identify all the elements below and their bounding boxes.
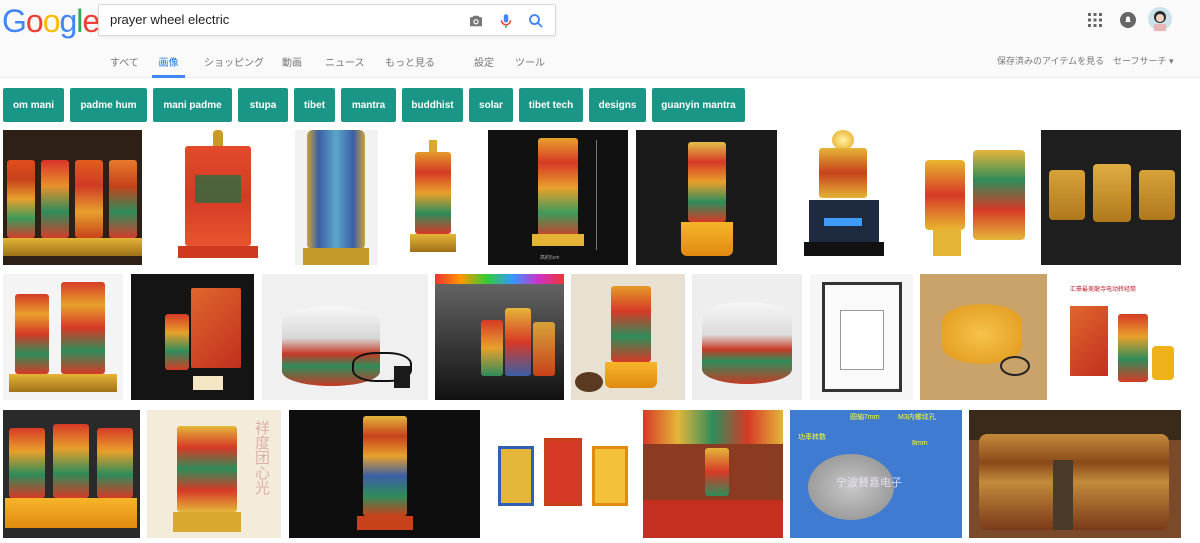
image-result[interactable] [911, 130, 1033, 265]
image-result[interactable] [384, 130, 482, 265]
image-result[interactable] [148, 130, 288, 265]
image-result[interactable] [1041, 130, 1181, 265]
header: Google すべて 画像 ショッピング 動画 ニュース もっと見る 設定 ツー… [0, 0, 1200, 78]
image-result[interactable] [262, 274, 428, 400]
image-result[interactable] [920, 274, 1047, 400]
chip-solar[interactable]: solar [469, 88, 513, 122]
search-box [98, 4, 556, 36]
logo-letter: o [42, 3, 61, 39]
image-result[interactable] [810, 274, 913, 400]
chip-padme-hum[interactable]: padme hum [70, 88, 147, 122]
image-watermark: 宁波賛嘉电子 [836, 477, 902, 489]
image-result[interactable] [131, 274, 254, 400]
image-result[interactable] [3, 410, 140, 538]
chip-stupa[interactable]: stupa [238, 88, 288, 122]
image-result[interactable] [692, 274, 802, 400]
google-logo[interactable]: Google [2, 3, 100, 40]
image-label: M3内螺纹孔 [898, 414, 936, 421]
image-result[interactable]: 祥度团心光 [147, 410, 281, 538]
saved-items-link[interactable]: 保存済みのアイテムを見る [997, 54, 1104, 67]
chip-buddhist[interactable]: buddhist [402, 88, 463, 122]
tab-shopping[interactable]: ショッピング [204, 54, 264, 78]
camera-icon[interactable] [467, 12, 485, 30]
image-result[interactable] [969, 410, 1181, 538]
image-result[interactable]: 汇豪最美龍寺电动转经筒 [1054, 274, 1180, 400]
image-result[interactable] [435, 274, 564, 400]
image-result[interactable] [571, 274, 685, 400]
notifications-icon[interactable] [1119, 11, 1137, 29]
chip-tibet-tech[interactable]: tibet tech [519, 88, 583, 122]
chip-om-mani[interactable]: om mani [3, 88, 64, 122]
tab-all[interactable]: すべて [110, 54, 139, 78]
logo-letter: e [82, 3, 100, 39]
tab-more[interactable]: もっと見る [385, 54, 435, 78]
image-caption: 汇豪最美龍寺电动转经筒 [1070, 287, 1137, 293]
chip-mantra[interactable]: mantra [341, 88, 396, 122]
logo-letter: G [2, 3, 27, 39]
logo-letter: g [59, 3, 77, 39]
image-result[interactable] [784, 130, 903, 265]
tab-tools[interactable]: ツール [515, 54, 545, 78]
safesearch-dropdown[interactable]: セーフサーチ ▾ [1113, 54, 1173, 67]
tab-videos[interactable]: 動画 [282, 54, 302, 78]
chip-mani-padme[interactable]: mani padme [153, 88, 232, 122]
image-result[interactable]: 高約5cm [488, 130, 628, 265]
tab-news[interactable]: ニュース [325, 54, 365, 78]
image-label: 圆轴7mm [850, 414, 880, 421]
search-icon[interactable] [527, 12, 545, 30]
tab-images[interactable]: 画像 [152, 54, 185, 78]
image-result[interactable] [488, 410, 636, 538]
image-caption: 高約5cm [540, 255, 560, 261]
apps-grid-icon[interactable] [1088, 13, 1102, 27]
image-watermark: 祥度团心光 [253, 420, 270, 495]
image-label: 8mm [912, 440, 928, 447]
image-label: 功率转数 [798, 434, 826, 441]
chip-tibet[interactable]: tibet [294, 88, 335, 122]
account-avatar[interactable] [1148, 7, 1172, 31]
search-tabs: すべて 画像 ショッピング 動画 ニュース もっと見る 設定 ツール 保存済みの… [0, 48, 1200, 78]
search-input[interactable] [110, 12, 450, 27]
image-result[interactable] [3, 274, 123, 400]
mic-icon[interactable] [497, 12, 515, 30]
chip-guanyin-mantra[interactable]: guanyin mantra [652, 88, 745, 122]
image-result[interactable] [289, 410, 480, 538]
image-result[interactable] [636, 130, 777, 265]
image-result[interactable]: 圆轴7mm M3内螺纹孔 功率转数 8mm 宁波賛嘉电子 [790, 410, 962, 538]
logo-letter: o [25, 3, 44, 39]
tab-settings[interactable]: 設定 [474, 54, 494, 78]
chip-designs[interactable]: designs [589, 88, 646, 122]
image-result[interactable] [3, 130, 142, 265]
image-result[interactable] [643, 410, 783, 538]
image-result[interactable] [295, 130, 378, 265]
